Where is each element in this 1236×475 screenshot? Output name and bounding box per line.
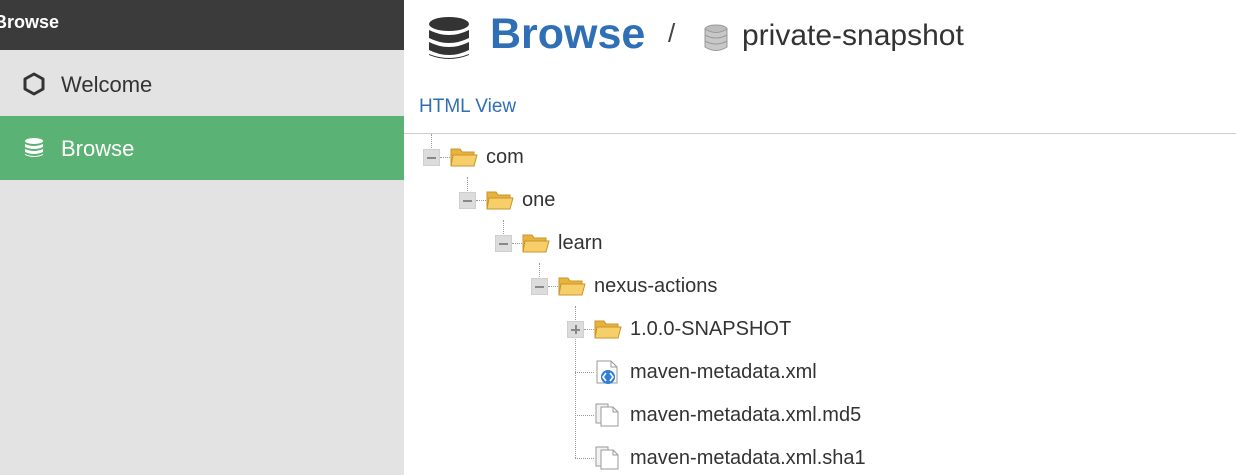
tree-node-label: 1.0.0-SNAPSHOT (630, 318, 792, 340)
sidebar-header-title: Browse (0, 12, 60, 32)
file-tree: com one learn nexus-actions 1.0.0-SNAPSH… (404, 134, 1236, 475)
tree-node-label: nexus-actions (594, 275, 718, 297)
collapse-toggle[interactable] (459, 192, 476, 209)
html-view-link[interactable]: HTML View (419, 96, 516, 118)
tree-node-nexus-actions[interactable]: nexus-actions (558, 271, 808, 301)
tree-node-maven-metadata-xml-sha1[interactable]: maven-metadata.xml.sha1 (594, 443, 894, 473)
page-title: Browse (490, 10, 646, 58)
sidebar-header: Browse (0, 0, 404, 50)
tree-connector (431, 134, 432, 148)
tree-node-1-0-0-snapshot[interactable]: 1.0.0-SNAPSHOT (594, 314, 844, 344)
tree-node-label: maven-metadata.xml.md5 (630, 404, 862, 426)
xml-file-icon (596, 360, 618, 384)
file-icon (595, 446, 619, 470)
tree-node-label: maven-metadata.xml (630, 361, 817, 383)
folder-open-icon (450, 148, 478, 167)
tree-connector (512, 243, 522, 244)
sidebar-item-label: Browse (61, 136, 135, 161)
breadcrumb-separator: / (668, 18, 676, 48)
sidebar-item-browse[interactable]: Browse (0, 116, 404, 180)
tree-node-label: learn (558, 232, 603, 254)
expand-toggle[interactable] (567, 321, 584, 338)
collapse-toggle[interactable] (423, 149, 440, 166)
collapse-toggle[interactable] (495, 235, 512, 252)
repository-icon (704, 24, 728, 51)
tree-connector (575, 458, 594, 459)
folder-open-icon (486, 191, 514, 210)
tree-connector (476, 200, 486, 201)
tree-node-maven-metadata-xml-md5[interactable]: maven-metadata.xml.md5 (594, 400, 894, 430)
collapse-toggle[interactable] (531, 278, 548, 295)
file-icon (595, 403, 619, 427)
folder-open-icon (594, 320, 622, 339)
database-icon (25, 138, 43, 157)
tree-node-label: maven-metadata.xml.sha1 (630, 447, 866, 469)
folder-open-icon (522, 234, 550, 253)
tree-node-label: one (522, 189, 556, 211)
sidebar: Browse Welcome Browse (0, 0, 404, 475)
tree-node-maven-metadata-xml[interactable]: maven-metadata.xml (594, 357, 894, 387)
tree-node-one[interactable]: one (486, 185, 686, 215)
tree-connector (584, 329, 594, 330)
tree-connector (575, 372, 594, 373)
sidebar-item-label: Welcome (61, 72, 153, 97)
database-icon (429, 17, 469, 59)
tree-connector (548, 286, 558, 287)
tree-connector (539, 263, 540, 277)
tree-connector (503, 220, 504, 234)
tree-connector (467, 177, 468, 191)
sidebar-item-welcome[interactable]: Welcome (0, 52, 404, 116)
tree-connector (575, 415, 594, 416)
tree-node-learn[interactable]: learn (522, 228, 722, 258)
folder-open-icon (558, 277, 586, 296)
repository-name: private-snapshot (742, 19, 964, 52)
tree-connector (440, 157, 450, 158)
tree-node-com[interactable]: com (450, 142, 650, 172)
tree-node-label: com (486, 146, 524, 168)
hexagon-icon (23, 72, 45, 96)
